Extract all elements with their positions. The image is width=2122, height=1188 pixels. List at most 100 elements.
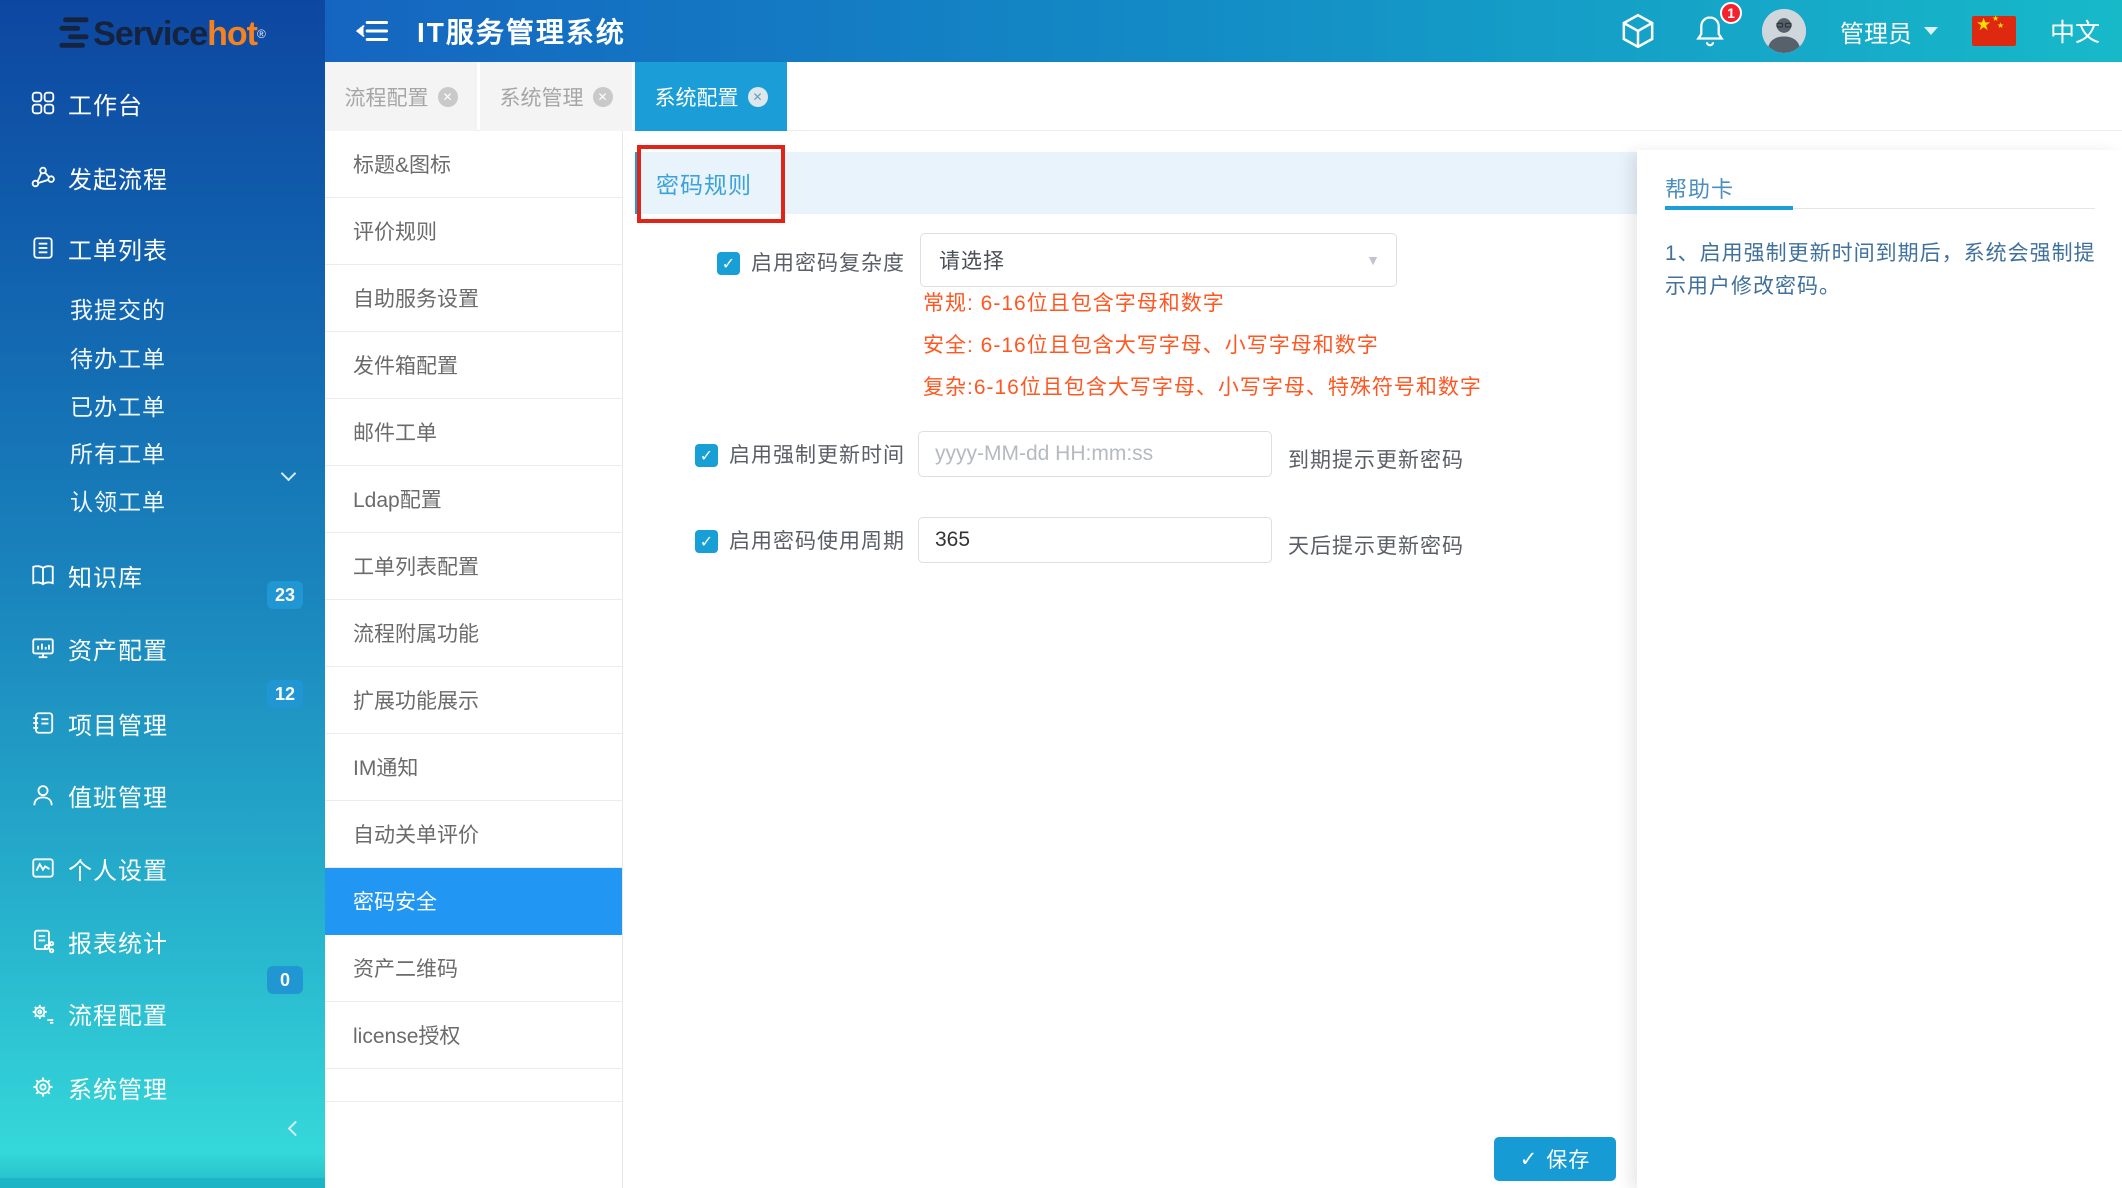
sidebar-item-personal-settings[interactable]: 个人设置 [0,846,325,890]
sidebar-item-label: 系统管理 [68,1070,168,1105]
close-icon[interactable]: ✕ [593,87,613,107]
save-button[interactable]: ✓ 保存 [1494,1137,1616,1181]
duty-person-icon [30,782,56,808]
sidebar-subitem-my-submitted[interactable]: 我提交的 23 [0,288,325,328]
check-icon: ✓ [700,446,713,466]
logo-registered-mark: ® [257,27,266,41]
sidebar: Servicehot® 工作台 发起流程 [0,0,325,1188]
sidebar-subitem-label: 所有工单 [70,435,166,469]
tab-process-config[interactable]: 流程配置 ✕ [325,62,477,131]
flow-config-icon [30,1000,56,1026]
flag-star: ★ [1997,21,2004,30]
menu-item-worklist-config[interactable]: 工单列表配置 [325,533,622,600]
menu-item-asset-qrcode[interactable]: 资产二维码 [325,935,622,1002]
close-icon[interactable]: ✕ [438,87,458,107]
collapse-sidebar-icon[interactable] [355,16,389,46]
book-icon [30,562,56,588]
sidebar-item-label: 报表统计 [68,924,168,959]
usage-cycle-suffix: 天后提示更新密码 [1288,530,1464,560]
menu-item-rating-rules[interactable]: 评价规则 [325,198,622,265]
menu-item-password-security[interactable]: 密码安全 [325,868,622,935]
tab-label: 流程配置 [345,82,429,112]
language-switch[interactable]: 中文 [2050,13,2100,49]
sidebar-item-worklist[interactable]: 工单列表 [0,226,325,270]
main-content: 密码规则 ✓ 启用密码复杂度 请选择 ▼ 常规: 6-16位且包含字母和数字 安… [623,131,1637,1188]
menu-item-auto-close-rating[interactable]: 自动关单评价 [325,801,622,868]
menu-item-extended-features[interactable]: 扩展功能展示 [325,667,622,734]
sidebar-subitem-label: 我提交的 [70,291,166,325]
usage-cycle-checkbox[interactable]: ✓ [695,530,718,553]
header-actions: 1 管理员 ★ ★ ★ 中文 [1618,0,2100,62]
force-update-datetime-input[interactable] [918,431,1272,477]
sidebar-item-knowledge-base[interactable]: 知识库 [0,553,325,597]
tab-system-management[interactable]: 系统管理 ✕ [480,62,632,131]
settings-menu: 标题&图标 评价规则 自助服务设置 发件箱配置 邮件工单 Ldap配置 工单列表… [325,131,623,1188]
sidebar-item-asset-config[interactable]: 资产配置 [0,626,325,670]
sidebar-item-label: 资产配置 [68,631,168,666]
menu-item-title-icon[interactable]: 标题&图标 [325,131,622,198]
select-value: 请选择 [939,245,1005,275]
grid-icon [30,90,56,116]
complexity-label: 启用密码复杂度 [751,252,905,275]
sidebar-subitem-done[interactable]: 已办工单 [0,385,325,425]
page-title: IT服务管理系统 [417,11,626,51]
menu-item-email-ticket[interactable]: 邮件工单 [325,399,622,466]
flag-star: ★ [1976,15,1991,35]
force-update-label: 启用强制更新时间 [729,444,905,467]
cube-icon[interactable] [1618,11,1658,51]
servicehot-logo-mark-icon [59,15,89,54]
sidebar-item-label: 发起流程 [68,160,168,195]
close-icon[interactable]: ✕ [748,87,768,107]
sidebar-item-report-statistics[interactable]: 报表统计 [0,919,325,963]
caret-down-icon: ▼ [1366,252,1380,268]
personal-settings-icon [30,855,56,881]
sidebar-subitem-all[interactable]: 所有工单 [0,432,325,472]
menu-item-outbox-config[interactable]: 发件箱配置 [325,332,622,399]
complexity-checkbox[interactable]: ✓ [717,252,740,275]
sidebar-item-system-management[interactable]: 系统管理 [0,1065,325,1109]
sidebar-item-project-management[interactable]: 项目管理 [0,701,325,745]
sidebar-item-start-process[interactable]: 发起流程 [0,155,325,199]
sidebar-item-label: 知识库 [68,558,143,593]
sidebar-subitem-todo[interactable]: 待办工单 12 [0,337,325,377]
servicehot-logo[interactable]: Servicehot® [0,10,325,58]
menu-item-process-extras[interactable]: 流程附属功能 [325,600,622,667]
sidebar-subitem-label: 待办工单 [70,340,166,374]
tab-system-config[interactable]: 系统配置 ✕ [635,62,787,131]
complexity-hint-safe: 安全: 6-16位且包含大写字母、小写字母和数字 [923,329,1379,359]
count-badge: 0 [267,966,303,994]
menu-filler [325,1069,622,1102]
complexity-select[interactable]: 请选择 ▼ [920,233,1397,287]
sidebar-subitem-label: 已办工单 [70,388,166,422]
complexity-hint-complex: 复杂:6-16位且包含大写字母、小写字母、特殊符号和数字 [923,371,1482,401]
usage-cycle-label: 启用密码使用周期 [729,530,905,553]
menu-item-license[interactable]: license授权 [325,1002,622,1069]
menu-item-ldap-config[interactable]: Ldap配置 [325,466,622,533]
help-card-body: 1、启用强制更新时间到期后，系统会强制提示用户修改密码。 [1665,238,2117,303]
chevron-left-icon [288,1121,304,1137]
menu-item-self-service[interactable]: 自助服务设置 [325,265,622,332]
sidebar-bottom-strip [0,1178,325,1188]
usage-cycle-days-input[interactable] [918,517,1272,563]
user-avatar[interactable] [1762,9,1806,53]
asset-icon [30,635,56,661]
complexity-hint-normal: 常规: 6-16位且包含字母和数字 [923,287,1225,317]
force-update-checkbox[interactable]: ✓ [695,444,718,467]
sidebar-subitem-claim[interactable]: 认领工单 0 [0,480,325,520]
sidebar-item-duty-management[interactable]: 值班管理 [0,773,325,817]
china-flag-icon[interactable]: ★ ★ ★ [1972,16,2016,46]
bell-icon[interactable]: 1 [1692,12,1728,50]
report-icon [30,928,56,954]
flow-icon [30,164,56,190]
menu-item-im-notify[interactable]: IM通知 [325,734,622,801]
notification-badge: 1 [1720,2,1742,24]
section-header: 密码规则 [635,152,1637,214]
force-update-suffix: 到期提示更新密码 [1288,444,1464,474]
user-name[interactable]: 管理员 [1840,14,1912,49]
help-card-title: 帮助卡 [1665,172,1734,204]
sidebar-item-workbench[interactable]: 工作台 [0,81,325,125]
save-button-label: 保存 [1546,1144,1590,1174]
help-card-panel: 帮助卡 1、启用强制更新时间到期后，系统会强制提示用户修改密码。 [1637,150,2122,1188]
sidebar-item-process-config[interactable]: 流程配置 [0,991,325,1035]
gear-icon [30,1074,56,1100]
